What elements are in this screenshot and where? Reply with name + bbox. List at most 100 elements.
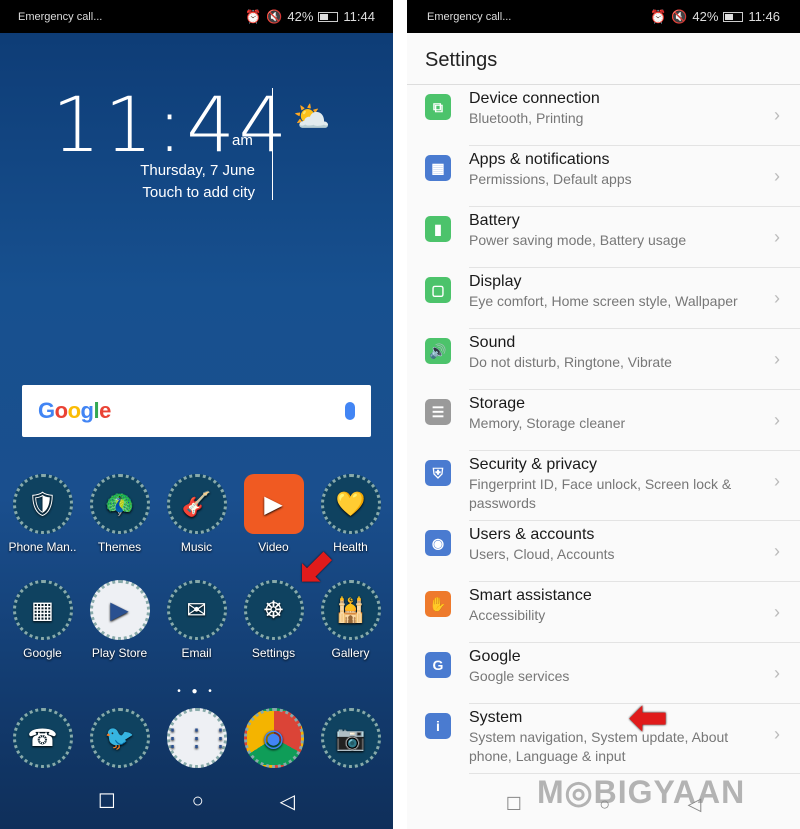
item-title: Google <box>469 648 521 665</box>
google-icon: ▦ <box>12 580 73 640</box>
item-text: Smart assistance Accessibility <box>469 582 800 643</box>
app-label: Play Store <box>91 646 148 660</box>
settings-item-smart-assistance[interactable]: ✋ Smart assistance Accessibility › <box>407 582 800 643</box>
app-music[interactable]: 🎸 Music <box>159 474 235 554</box>
messages-icon: 🐦 <box>89 708 150 768</box>
item-subtitle: Eye comfort, Home screen style, Wallpape… <box>469 293 738 309</box>
battery-percent: 42% <box>692 9 719 24</box>
settings-item-storage[interactable]: ☰ Storage Memory, Storage cleaner › <box>407 390 800 451</box>
app-apps[interactable]: ⋮⋮⋮ <box>159 708 235 774</box>
phone-icon: ☎ <box>12 708 73 768</box>
home-screen: Emergency call... ⏰ 🔇 42% 11:44 11:44 am Th… <box>0 0 393 829</box>
app-label: Themes <box>97 540 142 554</box>
divider <box>272 88 273 200</box>
date-city[interactable]: Thursday, 7 June Touch to add city <box>140 160 255 204</box>
settings-item-users-accounts[interactable]: ◉ Users & accounts Users, Cloud, Accounts › <box>407 521 800 582</box>
item-subtitle: Users, Cloud, Accounts <box>469 546 615 562</box>
settings-screen: Emergency call... ⏰ 🔇 42% 11:46 Settings ⧉ D… <box>407 0 800 829</box>
chevron-right-icon: › <box>774 471 780 491</box>
item-text: Users & accounts Users, Cloud, Accounts <box>469 521 800 582</box>
app-label: Email <box>181 646 212 660</box>
mic-icon[interactable] <box>345 402 355 420</box>
recents-icon[interactable]: ☐ <box>98 789 116 814</box>
back-icon[interactable]: ◁ <box>687 794 701 815</box>
item-text: Device connection Bluetooth, Printing <box>469 85 800 146</box>
app-phone[interactable]: ☎ <box>5 708 81 774</box>
app-label: Gallery <box>331 646 370 660</box>
phone-man--icon: 🛡 <box>12 474 73 534</box>
item-text: Security & privacy Fingerprint ID, Face u… <box>469 451 800 521</box>
app-phone-man-[interactable]: 🛡 Phone Man.. <box>5 474 81 554</box>
display-icon: ▢ <box>425 277 451 303</box>
apps-notifications-icon: ▦ <box>425 155 451 181</box>
google-search-bar[interactable]: Google <box>22 385 371 437</box>
app-email[interactable]: ✉ Email <box>159 580 235 660</box>
camera-icon: 📷 <box>320 708 381 768</box>
status-bar: Emergency call... ⏰ 🔇 42% 11:46 <box>407 0 800 33</box>
page-indicator[interactable]: • ● • <box>0 686 393 697</box>
users-accounts-icon: ◉ <box>425 530 451 556</box>
add-city[interactable]: Touch to add city <box>140 182 255 204</box>
app-health[interactable]: 💛 Health <box>313 474 389 554</box>
email-icon: ✉ <box>166 580 227 640</box>
item-text: Storage Memory, Storage cleaner <box>469 390 800 451</box>
settings-item-system[interactable]: i System System navigation, System update,… <box>407 704 800 774</box>
app-settings[interactable]: ☸ Settings <box>236 580 312 660</box>
item-subtitle: Do not disturb, Ringtone, Vibrate <box>469 354 672 370</box>
google-icon: G <box>425 652 451 678</box>
item-title: Battery <box>469 212 520 229</box>
chrome-icon: ◉ <box>243 708 304 768</box>
item-title: Device connection <box>469 90 600 107</box>
app-themes[interactable]: 🦚 Themes <box>82 474 158 554</box>
device-connection-icon: ⧉ <box>425 94 451 120</box>
google-logo: Google <box>38 398 111 423</box>
item-text: Apps & notifications Permissions, Default… <box>469 146 800 207</box>
themes-icon: 🦚 <box>89 474 150 534</box>
chevron-right-icon: › <box>774 349 780 369</box>
app-google[interactable]: ▦ Google <box>5 580 81 660</box>
status-bar: Emergency call... ⏰ 🔇 42% 11:44 <box>0 0 393 33</box>
app-camera[interactable]: 📷 <box>313 708 389 774</box>
item-title: Display <box>469 273 522 290</box>
item-title: Users & accounts <box>469 526 595 543</box>
item-title: Storage <box>469 395 526 412</box>
settings-list: ⧉ Device connection Bluetooth, Printing › ▦ A… <box>407 85 800 774</box>
partly-cloudy-icon[interactable]: ⛅ <box>293 100 330 135</box>
settings-item-security-privacy[interactable]: ⛨ Security & privacy Fingerprint ID, Face … <box>407 451 800 521</box>
app-play-store[interactable]: ▶ Play Store <box>82 580 158 660</box>
app-messages[interactable]: 🐦 <box>82 708 158 774</box>
status-text: Emergency call... <box>427 10 512 23</box>
clock-widget[interactable]: 11:44 <box>52 80 291 169</box>
back-icon[interactable]: ◁ <box>280 789 295 814</box>
battery-icon <box>723 11 744 22</box>
item-text: Sound Do not disturb, Ringtone, Vibrate <box>469 329 800 390</box>
chevron-right-icon: › <box>774 288 780 308</box>
settings-item-display[interactable]: ▢ Display Eye comfort, Home screen style, … <box>407 268 800 329</box>
status-time: 11:46 <box>748 9 780 24</box>
settings-item-device-connection[interactable]: ⧉ Device connection Bluetooth, Printing › <box>407 85 800 146</box>
home-icon[interactable]: ○ <box>192 790 204 813</box>
settings-item-apps-notifications[interactable]: ▦ Apps & notifications Permissions, Defaul… <box>407 146 800 207</box>
app-label: Google <box>23 646 62 660</box>
chevron-right-icon: › <box>774 602 780 622</box>
chevron-right-icon: › <box>774 663 780 683</box>
home-icon[interactable]: ○ <box>599 794 610 815</box>
chevron-right-icon: › <box>774 410 780 430</box>
app-chrome[interactable]: ◉ <box>236 708 312 774</box>
item-text: Battery Power saving mode, Battery usage <box>469 207 800 268</box>
item-subtitle: Power saving mode, Battery usage <box>469 232 687 248</box>
clock-date: Thursday, 7 June <box>140 162 255 179</box>
security-privacy-icon: ⛨ <box>425 460 451 486</box>
recents-icon[interactable]: ☐ <box>506 794 522 815</box>
clock-ampm: am <box>232 132 253 149</box>
settings-item-sound[interactable]: 🔊 Sound Do not disturb, Ringtone, Vibrate › <box>407 329 800 390</box>
battery-icon: ▮ <box>425 216 451 242</box>
status-time: 11:44 <box>343 9 375 24</box>
item-subtitle: Bluetooth, Printing <box>469 110 584 126</box>
app-label: Music <box>180 540 213 554</box>
settings-item-google[interactable]: G Google Google services › <box>407 643 800 704</box>
chevron-right-icon: › <box>774 166 780 186</box>
item-subtitle: Google services <box>469 668 570 684</box>
settings-item-battery[interactable]: ▮ Battery Power saving mode, Battery usage… <box>407 207 800 268</box>
music-icon: 🎸 <box>166 474 227 534</box>
